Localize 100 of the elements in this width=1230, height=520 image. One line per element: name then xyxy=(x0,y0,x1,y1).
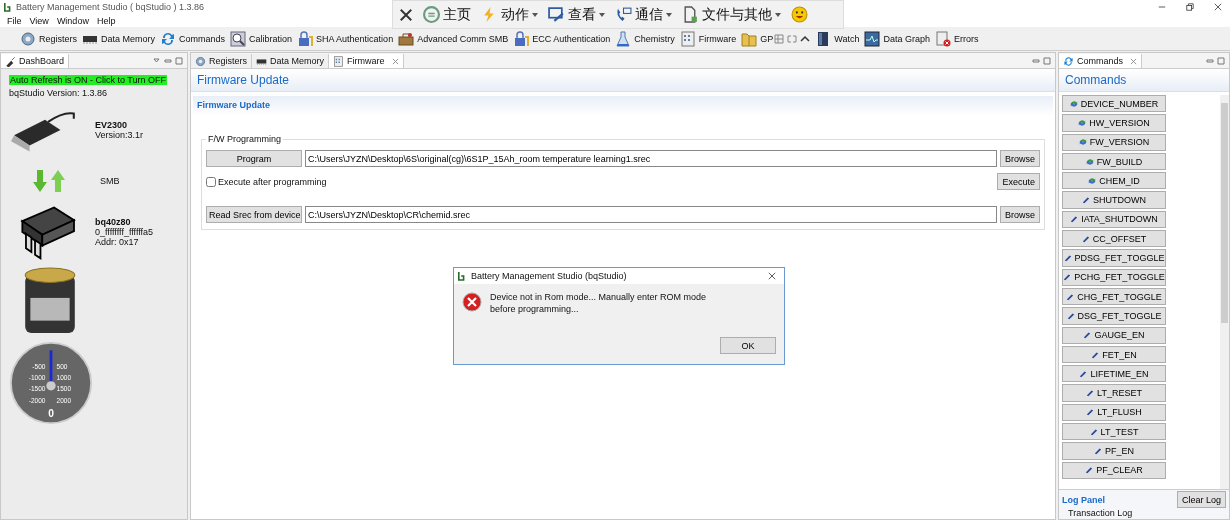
close-icon[interactable] xyxy=(399,7,413,22)
menu-item[interactable]: View xyxy=(29,15,49,26)
pen-icon xyxy=(1079,369,1088,378)
browse-button[interactable]: Browse xyxy=(1000,150,1040,167)
toolbar-button[interactable]: Errors xyxy=(934,30,979,47)
command-button[interactable]: GAUGE_EN xyxy=(1062,326,1166,344)
file-path-field[interactable]: C:\Users\JYZN\Desktop\6S\original(cg)\6S1P_15Ah_room temperature learning1.srec xyxy=(305,150,997,167)
toolbar-menu-button[interactable]: 动作 xyxy=(481,5,538,24)
close-tab-icon[interactable] xyxy=(1130,57,1137,65)
command-button[interactable]: SHUTDOWN xyxy=(1062,191,1166,209)
toolbar-button[interactable]: GP xyxy=(741,30,774,47)
command-button[interactable]: CC_OFFSET xyxy=(1062,230,1166,248)
command-button[interactable]: CHEM_ID xyxy=(1062,172,1166,190)
minimize-maximize-icon[interactable] xyxy=(1032,56,1051,65)
group-title: F/W Programming xyxy=(207,134,282,144)
command-button[interactable]: PCHG_FET_TOGGLE xyxy=(1062,268,1166,286)
minimize-maximize-icon[interactable] xyxy=(1206,56,1225,65)
command-button[interactable]: HW_VERSION xyxy=(1062,114,1166,132)
phone-icon xyxy=(615,6,632,23)
dialog-message: Device not in Rom mode... Manually enter ROM mode before programming... xyxy=(490,292,708,316)
editor-tab[interactable]: Firmware xyxy=(329,54,404,68)
toolbar-menu-button[interactable]: 通信 xyxy=(615,5,672,24)
pen-icon xyxy=(1063,273,1072,282)
pen-icon xyxy=(1089,427,1098,436)
close-tab-icon[interactable] xyxy=(391,57,399,65)
command-button[interactable]: DEVICE_NUMBER xyxy=(1062,95,1166,113)
command-button[interactable]: DSG_FET_TOGGLE xyxy=(1062,307,1166,325)
pen-icon xyxy=(1086,389,1095,398)
panel-tab[interactable]: DashBoard xyxy=(1,54,70,68)
editor-tab[interactable]: Data Memory xyxy=(252,54,330,68)
ok-button[interactable]: OK xyxy=(720,337,776,354)
log-panel-title: Log Panel xyxy=(1062,494,1105,505)
toolbar-menu-button[interactable]: 主页 xyxy=(423,5,471,24)
file-path-field[interactable]: C:\Users\JYZN\Desktop\CR\chemid.srec xyxy=(305,206,997,223)
padlock-icon xyxy=(297,30,314,47)
device-detail: SMB xyxy=(100,176,120,186)
read-srec-button[interactable]: Read Srec from device xyxy=(206,206,302,223)
execute-checkbox[interactable] xyxy=(206,176,216,187)
scrollbar[interactable] xyxy=(1220,95,1229,489)
command-button[interactable]: PDSG_FET_TOGGLE xyxy=(1062,249,1166,267)
command-button[interactable]: LT_FLUSH xyxy=(1062,403,1166,422)
command-button[interactable]: IATA_SHUTDOWN xyxy=(1062,210,1166,229)
page-heading: Firmware Update xyxy=(191,69,1055,92)
program-button[interactable]: Program xyxy=(206,150,302,167)
command-button[interactable]: FW_VERSION xyxy=(1062,133,1166,151)
pen-icon xyxy=(1085,466,1094,475)
editor-tab[interactable]: Registers xyxy=(191,54,252,68)
pen-icon xyxy=(1066,311,1075,320)
gauge-reading: 0 xyxy=(48,407,54,419)
menu-item[interactable]: Window xyxy=(56,15,89,26)
gear-icon xyxy=(195,55,206,67)
toolbar-button[interactable]: ECC Authentication xyxy=(513,30,611,47)
gauge-needle xyxy=(46,350,56,391)
toolbar-button[interactable]: Calibration xyxy=(230,30,293,47)
close-icon[interactable] xyxy=(1214,3,1222,11)
app-logo-icon xyxy=(4,2,12,12)
padlock-icon xyxy=(513,30,530,47)
toolbar-button[interactable]: Data Memory xyxy=(82,30,156,47)
toolbar-menu-button[interactable]: 查看 xyxy=(548,5,605,24)
auto-refresh-toggle[interactable]: Auto Refresh is ON - Click to Turn OFF xyxy=(9,75,168,85)
toolbar-button[interactable]: Commands xyxy=(160,30,226,47)
usb-plug-icon xyxy=(5,55,16,67)
restore-icon[interactable] xyxy=(1186,3,1194,11)
toolbar-overflow-controls[interactable] xyxy=(774,32,811,45)
document-icon xyxy=(682,6,699,23)
pen-icon xyxy=(1066,292,1075,301)
command-button[interactable]: PF_EN xyxy=(1062,442,1166,460)
browse-button[interactable]: Browse xyxy=(1000,206,1040,223)
section-heading: Firmware Update xyxy=(193,96,1053,116)
view-menu-controls-icon[interactable] xyxy=(153,56,183,65)
command-button[interactable]: LT_TEST xyxy=(1062,423,1166,441)
command-button[interactable]: LIFETIME_EN xyxy=(1062,365,1166,383)
toolbar-button[interactable]: Chemistry xyxy=(615,30,675,47)
command-button[interactable]: PF_CLEAR xyxy=(1062,461,1166,479)
transaction-log-label: Transaction Log xyxy=(1067,508,1133,518)
device-detail: Addr: 0x17 xyxy=(95,237,140,247)
pen-icon xyxy=(1086,408,1095,417)
toolbar-button[interactable]: Data Graph xyxy=(864,30,930,47)
command-button[interactable]: FET_EN xyxy=(1062,345,1166,364)
toolbar-button[interactable]: SHA Authentication xyxy=(297,30,394,47)
menu-item[interactable]: File xyxy=(7,15,22,26)
panel-tab[interactable]: Commands xyxy=(1059,54,1142,68)
command-button[interactable]: LT_RESET xyxy=(1062,384,1166,402)
version-text: bqStudio Version: 1.3.86 xyxy=(9,88,109,98)
toolbar-button[interactable]: Firmware xyxy=(679,30,737,47)
command-button[interactable]: CHG_FET_TOGGLE xyxy=(1062,287,1166,306)
toolbar-button[interactable]: Watch xyxy=(815,30,860,47)
clear-log-button[interactable]: Clear Log xyxy=(1176,491,1226,508)
toolbar-button[interactable]: Advanced Comm SMB xyxy=(398,30,509,47)
menu-item[interactable]: Help xyxy=(96,15,116,26)
toolbar-menu-button[interactable]: 文件与其他 xyxy=(682,5,781,24)
close-icon[interactable] xyxy=(768,272,776,280)
execute-button[interactable]: Execute xyxy=(997,173,1040,190)
pen-icon xyxy=(1083,331,1092,340)
smiley-icon[interactable] xyxy=(791,6,808,23)
monitor-icon xyxy=(864,30,881,47)
dialog-title: Battery Management Studio (bqStudio) xyxy=(471,271,627,281)
minimize-icon[interactable] xyxy=(1158,3,1166,11)
command-button[interactable]: FW_BUILD xyxy=(1062,152,1166,171)
toolbar-button[interactable]: Registers xyxy=(20,30,77,47)
